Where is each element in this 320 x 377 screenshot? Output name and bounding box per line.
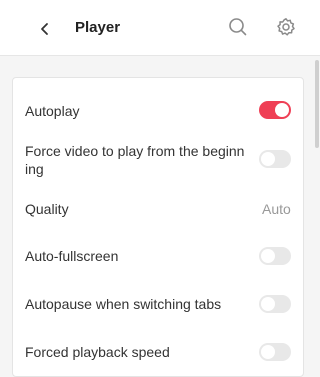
setting-row-force-start[interactable]: Force video to play from the beginning — [13, 138, 303, 180]
setting-row-quality[interactable]: Quality Auto — [13, 195, 303, 223]
toggle-knob — [261, 345, 275, 359]
setting-label: Autopause when switching tabs — [25, 296, 222, 312]
back-button[interactable] — [32, 16, 58, 42]
force-start-toggle[interactable] — [259, 150, 291, 168]
setting-row-autoplay[interactable]: Autoplay — [13, 95, 303, 125]
scrollbar-thumb[interactable] — [315, 60, 319, 148]
setting-label: Quality — [25, 201, 69, 217]
setting-row-auto-fullscreen[interactable]: Auto-fullscreen — [13, 242, 303, 270]
autoplay-toggle[interactable] — [259, 101, 291, 119]
toggle-knob — [261, 249, 275, 263]
app-header: Player — [0, 0, 320, 56]
setting-row-playback-speed[interactable]: Forced playback speed — [13, 338, 303, 366]
setting-label: Auto-fullscreen — [25, 248, 119, 264]
toggle-knob — [261, 152, 275, 166]
settings-card: Autoplay Force video to play from the be… — [12, 77, 304, 377]
toggle-knob — [261, 297, 275, 311]
setting-label: Force video to play from the beginning — [25, 143, 245, 177]
setting-row-autopause[interactable]: Autopause when switching tabs — [13, 290, 303, 318]
autopause-toggle[interactable] — [259, 295, 291, 313]
search-button[interactable] — [225, 14, 251, 40]
chevron-left-icon — [41, 23, 48, 35]
search-icon — [229, 18, 247, 36]
toggle-knob — [275, 103, 289, 117]
settings-button[interactable] — [273, 14, 299, 40]
playback-speed-toggle[interactable] — [259, 343, 291, 361]
quality-value: Auto — [262, 201, 291, 217]
setting-label: Autoplay — [25, 103, 80, 119]
auto-fullscreen-toggle[interactable] — [259, 247, 291, 265]
setting-label: Forced playback speed — [25, 344, 170, 360]
gear-icon — [277, 18, 295, 36]
page-title: Player — [75, 19, 121, 36]
